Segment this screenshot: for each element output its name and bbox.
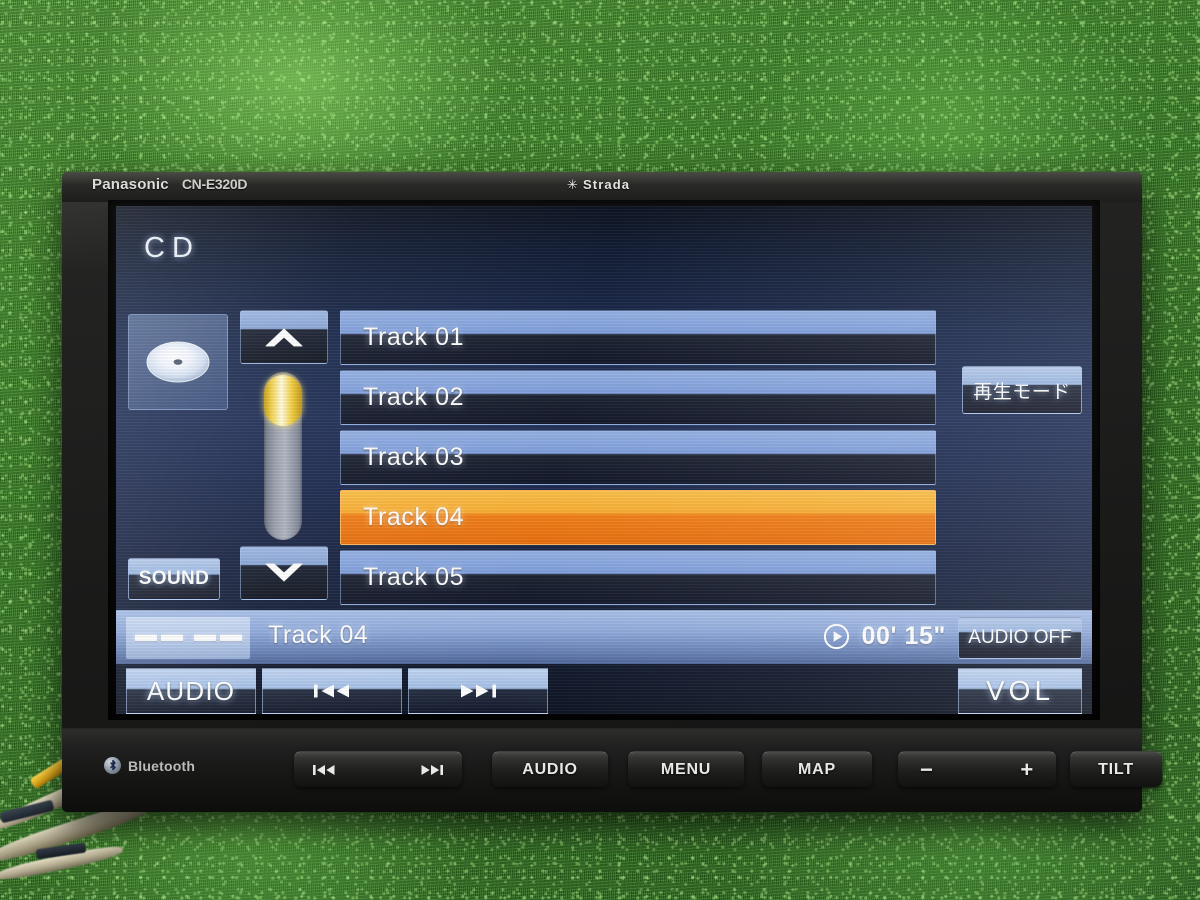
volume-up-label: + <box>1020 756 1034 782</box>
volume-button-label: VOL <box>985 675 1055 706</box>
cd-disc-icon <box>146 341 210 383</box>
head-unit-chassis: Panasonic CN-E320D ✳ Strada CD SOUND Tra… <box>62 172 1162 812</box>
skip-next-icon <box>421 764 443 775</box>
hardware-menu-label: MENU <box>660 760 712 778</box>
scrollbar-thumb[interactable] <box>264 375 302 426</box>
hardware-menu-button[interactable]: MENU <box>628 751 744 787</box>
scrollbar-track[interactable] <box>264 372 302 540</box>
cd-disc-tile[interactable] <box>128 314 228 410</box>
previous-track-button[interactable] <box>262 668 402 714</box>
audio-off-button[interactable]: AUDIO OFF <box>958 617 1082 659</box>
product-photo: Panasonic CN-E320D ✳ Strada CD SOUND Tra… <box>0 0 1200 900</box>
wire-connector-dark <box>0 799 55 824</box>
next-track-button[interactable] <box>408 668 548 714</box>
track-list-item[interactable]: Track 05 <box>340 550 936 605</box>
track-list-item[interactable]: Track 02 <box>340 370 936 425</box>
audio-off-label: AUDIO OFF <box>968 627 1072 648</box>
track-list-item-selected[interactable]: Track 04 <box>340 490 936 545</box>
track-list: Track 01 Track 02 Track 03 Track 04 Trac… <box>340 310 936 605</box>
sound-button-label: SOUND <box>138 568 210 589</box>
skip-previous-icon <box>314 684 349 698</box>
playback-time-group: 00' 15" <box>823 622 946 651</box>
hardware-tilt-label: TILT <box>1098 760 1134 778</box>
dash-pair-icon <box>193 635 242 641</box>
hardware-map-button[interactable]: MAP <box>762 751 872 787</box>
scroll-up-button[interactable] <box>240 310 328 364</box>
volume-button[interactable]: VOL <box>958 668 1082 714</box>
chevron-down-icon <box>265 563 303 582</box>
track-label: Track 03 <box>363 443 465 471</box>
disc-number-indicator <box>126 617 250 659</box>
asterisk-icon: ✳ <box>567 177 579 192</box>
brand-strip: Panasonic CN-E320D ✳ Strada <box>62 172 1142 202</box>
track-list-item[interactable]: Track 01 <box>340 310 936 365</box>
volume-down-label: − <box>920 756 934 782</box>
bluetooth-logo: Bluetooth <box>104 757 195 774</box>
bluetooth-label: Bluetooth <box>128 757 196 774</box>
source-label: CD <box>144 232 200 264</box>
status-bar: Track 04 00' 15" AUDIO OFF <box>116 610 1092 664</box>
hardware-button-row: Bluetooth AUDIO MENU MAP − + TILT <box>62 728 1162 812</box>
sound-button[interactable]: SOUND <box>128 558 220 600</box>
skip-next-icon <box>461 684 496 698</box>
playback-mode-label: 再生モード <box>973 381 1071 403</box>
track-list-item[interactable]: Track 03 <box>340 430 936 485</box>
hardware-skip-rocker[interactable] <box>294 751 462 787</box>
hardware-audio-label: AUDIO <box>522 760 578 778</box>
series-name: Strada <box>583 177 631 192</box>
wire-harness-cable <box>0 842 125 884</box>
transport-control-bar: AUDIO VOL <box>116 668 1092 714</box>
screen-bezel: CD SOUND Track 01 Track 02 Track 03 Trac… <box>108 200 1100 720</box>
dash-pair-icon <box>134 635 183 641</box>
wire-connector-dark <box>35 842 87 860</box>
brand-group: Panasonic CN-E320D <box>92 176 247 193</box>
hardware-map-label: MAP <box>798 760 836 778</box>
hardware-tilt-button[interactable]: TILT <box>1070 751 1162 787</box>
track-label: Track 02 <box>363 383 465 411</box>
scroll-down-button[interactable] <box>240 546 328 600</box>
hardware-volume-rocker[interactable]: − + <box>898 751 1056 787</box>
lcd-screen: CD SOUND Track 01 Track 02 Track 03 Trac… <box>116 206 1092 714</box>
audio-button[interactable]: AUDIO <box>126 668 256 714</box>
track-label: Track 05 <box>363 563 465 591</box>
scroll-controls <box>240 310 328 600</box>
model-number: CN-E320D <box>181 176 248 192</box>
series-logo: ✳ Strada <box>567 177 630 192</box>
elapsed-time: 00' 15" <box>861 622 946 650</box>
chevron-up-icon <box>265 328 303 347</box>
skip-previous-icon <box>313 764 335 775</box>
lcd-header: CD <box>116 206 1092 306</box>
audio-button-label: AUDIO <box>146 675 236 706</box>
now-playing-title: Track 04 <box>268 621 369 649</box>
track-label: Track 01 <box>363 323 465 351</box>
brand-name: Panasonic <box>92 176 169 193</box>
play-circle-icon <box>824 623 850 650</box>
bluetooth-icon <box>104 757 121 774</box>
playback-mode-button[interactable]: 再生モード <box>962 366 1082 414</box>
hardware-audio-button[interactable]: AUDIO <box>492 751 608 787</box>
track-label: Track 04 <box>363 503 465 531</box>
